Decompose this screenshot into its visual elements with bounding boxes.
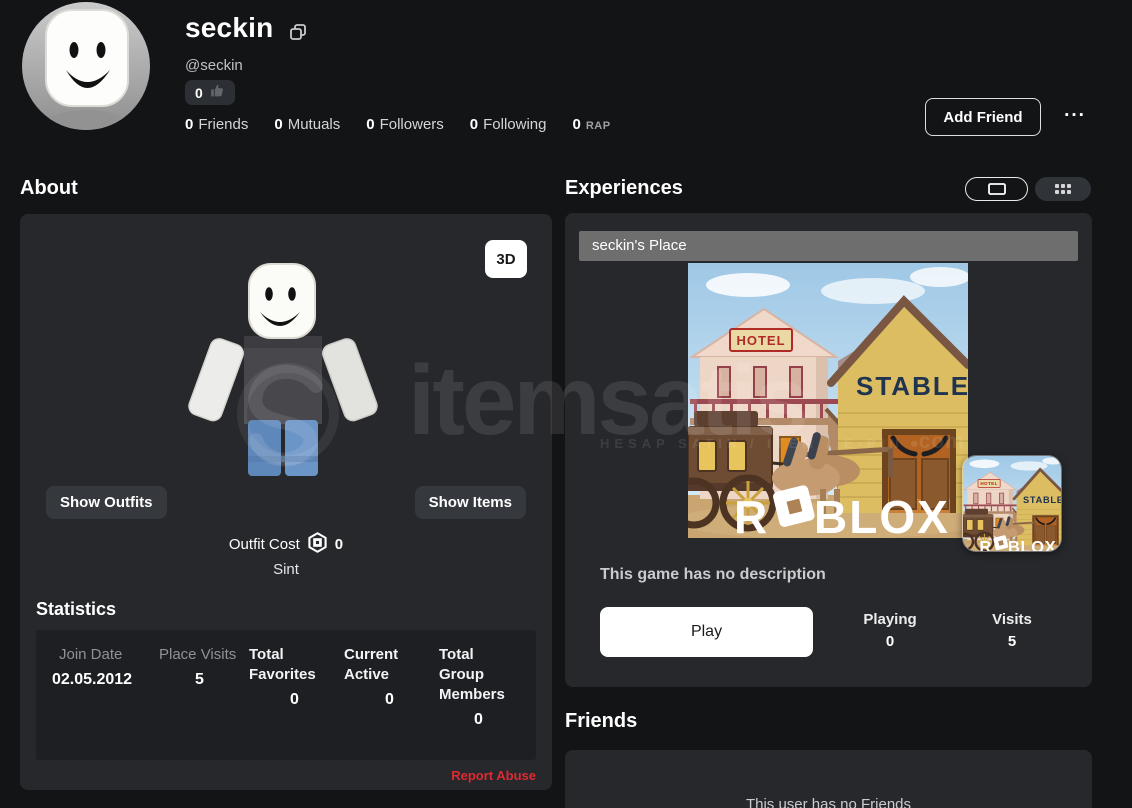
user-handle: @seckin [185, 57, 243, 74]
play-button[interactable]: Play [600, 607, 813, 657]
stat-column-label: Total Favorites [249, 646, 316, 683]
show-items-button[interactable]: Show Items [414, 486, 526, 519]
avatar-head-image [38, 9, 134, 130]
outfit-cost-value: 0 [334, 536, 344, 553]
copy-username-icon[interactable] [288, 22, 308, 47]
stat-column-group-members: Total Group Members 0 [437, 645, 520, 745]
stat-column-label: Join Date [59, 646, 123, 663]
outfit-cost-label: Outfit Cost [228, 536, 300, 553]
experiences-heading: Experiences [565, 177, 683, 199]
stat-column-value: 02.05.2012 [52, 671, 133, 688]
stat-label: Mutuals [287, 116, 341, 133]
stat-column-label: Total Group Members [439, 646, 505, 703]
stat-column-value: 0 [474, 711, 483, 728]
game-thumbnail[interactable] [962, 455, 1062, 552]
stat-column-label: Current Active [344, 646, 399, 683]
about-heading: About [20, 177, 78, 199]
stat-column-current-active: Current Active 0 [342, 645, 437, 745]
likes-count: 0 [195, 84, 203, 101]
show-outfits-button[interactable]: Show Outfits [46, 486, 167, 519]
stat-label: Followers [379, 116, 444, 133]
stat-value: 0 [572, 116, 581, 133]
stat-column-value: 0 [385, 691, 394, 708]
stat-rap[interactable]: 0 RAP [573, 116, 611, 133]
grid-icon [1055, 184, 1071, 194]
report-abuse-link[interactable]: Report Abuse [451, 768, 536, 783]
stat-label: Following [483, 116, 547, 133]
stat-value: 0 [366, 116, 375, 133]
game-description: This game has no description [600, 566, 826, 583]
robux-icon [307, 532, 328, 557]
stat-mutuals[interactable]: 0 Mutuals [274, 116, 340, 133]
stat-column-place-visits: Place Visits 5 [152, 645, 247, 745]
stat-value: 0 [185, 116, 194, 133]
visits-label: Visits [992, 611, 1032, 628]
more-options-button[interactable]: ... [1058, 100, 1092, 130]
about-card: 3D Show Outfits Show Items Outfit Cost 0… [20, 214, 552, 790]
profile-page: HOTEL [0, 0, 1132, 808]
page-title-username: seckin [185, 12, 274, 43]
stat-column-total-favorites: Total Favorites 0 [247, 645, 342, 745]
view-3d-button[interactable]: 3D [485, 240, 527, 278]
stat-column-value: 5 [195, 671, 204, 688]
stat-friends[interactable]: 0 Friends [185, 116, 248, 133]
thumbs-up-icon [210, 83, 225, 103]
stat-following[interactable]: 0 Following [470, 116, 547, 133]
add-friend-button[interactable]: Add Friend [925, 98, 1041, 136]
profile-stats-row: 0 Friends 0 Mutuals 0 Followers 0 Follow… [185, 116, 611, 133]
avatar-full-body [188, 258, 378, 485]
stat-followers[interactable]: 0 Followers [366, 116, 444, 133]
stat-label: RAP [585, 120, 611, 132]
carousel-icon [987, 183, 1006, 195]
outfit-name: Sint [273, 561, 299, 578]
friends-card: This user has no Friends [565, 750, 1092, 808]
experience-card: seckin's Place This game has no descript… [565, 213, 1092, 687]
stat-label: Friends [198, 116, 249, 133]
visits-value: 5 [1007, 633, 1017, 650]
statistics-heading: Statistics [36, 599, 117, 619]
friends-empty-text: This user has no Friends [745, 796, 912, 808]
playing-value: 0 [885, 633, 895, 650]
stat-value: 0 [274, 116, 283, 133]
stat-value: 0 [469, 116, 479, 133]
playing-stat: Playing 0 [835, 611, 945, 650]
outfit-cost-row: Outfit Cost 0 [20, 532, 552, 557]
stat-column-join-date: Join Date 02.05.2012 [52, 645, 152, 745]
avatar-headshot [22, 2, 150, 130]
stat-column-label: Place Visits [159, 646, 237, 663]
game-image [688, 263, 968, 543]
playing-label: Playing [863, 611, 917, 628]
likes-badge[interactable]: 0 [185, 80, 235, 105]
grid-view-button[interactable] [1035, 177, 1091, 201]
friends-heading: Friends [565, 710, 638, 732]
carousel-view-button[interactable] [965, 177, 1028, 201]
statistics-table: Join Date 02.05.2012 Place Visits 5 Tota… [36, 630, 536, 760]
visits-stat: Visits 5 [957, 611, 1067, 650]
game-title-bar: seckin's Place [579, 231, 1078, 261]
stat-column-value: 0 [290, 691, 299, 708]
